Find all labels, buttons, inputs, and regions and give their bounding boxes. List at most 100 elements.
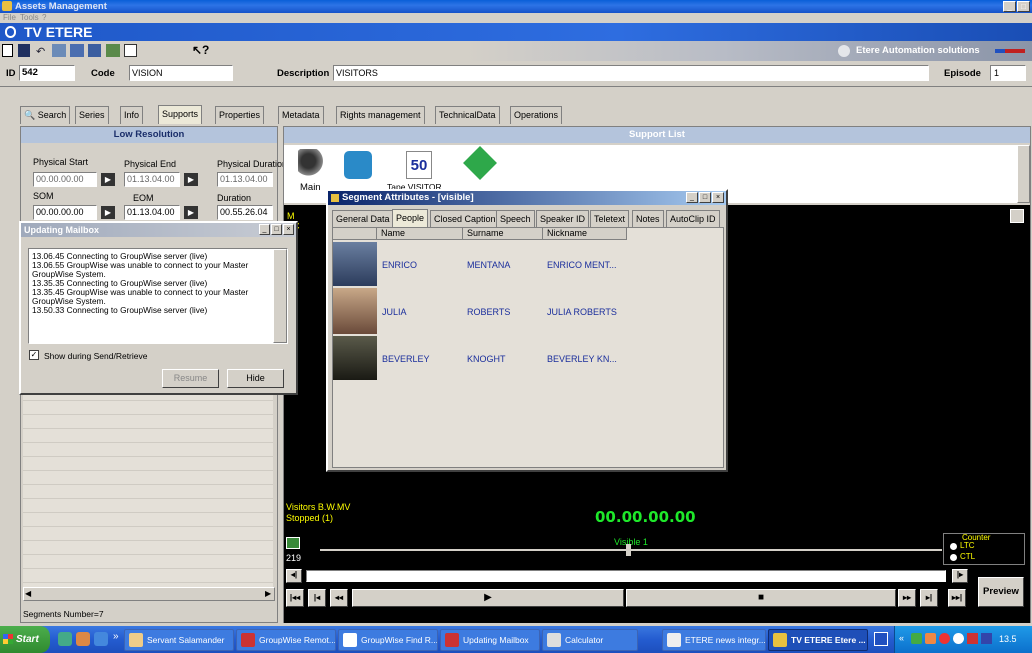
eom-field[interactable]: 01.13.04.00 — [124, 205, 180, 220]
fast-forward-icon[interactable]: ▸▸ — [898, 589, 916, 607]
person-name[interactable]: JULIA — [382, 307, 407, 317]
quicklaunch-icon[interactable] — [94, 632, 108, 646]
tape-green-icon[interactable] — [463, 146, 497, 180]
tray-icon[interactable] — [939, 633, 950, 644]
tab-metadata[interactable]: Metadata — [278, 106, 324, 124]
play-icon[interactable]: ▶ — [101, 173, 115, 186]
person-surname[interactable]: MENTANA — [467, 260, 510, 270]
person-nickname[interactable]: JULIA ROBERTS — [547, 307, 617, 317]
task-groupwise-find[interactable]: GroupWise Find R... — [338, 629, 438, 651]
support-scrollbar[interactable] — [1017, 145, 1030, 203]
step-forward-icon[interactable]: |▸ — [952, 569, 968, 583]
code-field[interactable]: VISION — [129, 65, 233, 81]
film-reel-icon[interactable] — [298, 149, 324, 179]
tab-speech[interactable]: Speech — [496, 210, 535, 228]
tray-icon[interactable] — [925, 633, 936, 644]
tab-people[interactable]: People — [392, 209, 429, 228]
task-groupwise-remote[interactable]: GroupWise Remot... — [236, 629, 336, 651]
play-icon[interactable]: ▶ — [184, 206, 198, 219]
maximize-icon[interactable]: □ — [699, 192, 711, 203]
go-start-icon[interactable]: |◂◂ — [286, 589, 304, 607]
help-pointer-icon[interactable]: ↖? — [192, 43, 209, 57]
task-servant-salamander[interactable]: Servant Salamander — [124, 629, 234, 651]
physical-duration-field[interactable]: 01.13.04.00 — [217, 172, 273, 187]
tab-technicaldata[interactable]: TechnicalData — [435, 106, 500, 124]
play-icon[interactable]: ▶ — [101, 206, 115, 219]
tray-icon[interactable] — [981, 633, 992, 644]
description-field[interactable]: VISITORS — [333, 65, 929, 81]
print-preview-icon[interactable] — [124, 44, 137, 57]
stop-button[interactable]: ■ — [626, 589, 896, 607]
language-icon[interactable] — [874, 632, 888, 646]
quicklaunch-icon[interactable] — [76, 632, 90, 646]
tab-search[interactable]: 🔍 Search — [20, 106, 71, 124]
tape-50-icon[interactable]: 50 — [406, 151, 432, 179]
task-updating-mailbox[interactable]: Updating Mailbox — [440, 629, 540, 651]
ctl-radio[interactable] — [950, 554, 957, 561]
maximize-button[interactable]: □ — [1017, 1, 1030, 12]
log-scrollbar[interactable] — [273, 249, 287, 343]
tab-operations[interactable]: Operations — [510, 106, 563, 124]
menu-file[interactable]: File — [3, 13, 16, 23]
tab-supports[interactable]: Supports — [158, 105, 203, 124]
minimize-button[interactable]: _ — [1003, 1, 1016, 12]
rewind-icon[interactable]: ◂◂ — [330, 589, 348, 607]
horizontal-scrollbar[interactable]: ◀ ▶ — [23, 587, 275, 601]
tray-icon[interactable] — [967, 633, 978, 644]
tab-series[interactable]: Series — [75, 106, 109, 124]
tray-icon[interactable] — [911, 633, 922, 644]
tab-properties[interactable]: Properties — [215, 106, 265, 124]
slider-thumb[interactable] — [626, 544, 631, 556]
undo-icon[interactable]: ↶ — [36, 45, 45, 58]
person-surname[interactable]: KNOGHT — [467, 354, 506, 364]
preview-button[interactable]: Preview — [978, 577, 1024, 607]
tab-autoclip-id[interactable]: AutoClip ID — [666, 210, 720, 228]
duration-field[interactable]: 00.55.26.04 — [217, 205, 273, 220]
minimize-icon[interactable]: _ — [686, 192, 698, 203]
play-icon[interactable]: ▶ — [184, 173, 198, 186]
person-surname[interactable]: ROBERTS — [467, 307, 510, 317]
chevron-left-icon[interactable]: « — [899, 633, 904, 643]
scroll-left-icon[interactable]: ◀ — [25, 589, 31, 598]
next-icon[interactable]: ▸| — [920, 589, 938, 607]
quicklaunch-icon[interactable] — [58, 632, 72, 646]
som-field[interactable]: 00.00.00.00 — [33, 205, 97, 220]
tab-speaker-id[interactable]: Speaker ID — [536, 210, 590, 228]
person-nickname[interactable]: ENRICO MENT... — [547, 260, 617, 270]
episode-field[interactable]: 1 — [990, 65, 1026, 81]
tray-icon[interactable] — [953, 633, 964, 644]
scroll-right-icon[interactable]: ▶ — [265, 589, 271, 598]
column-header-surname[interactable]: Surname — [463, 228, 543, 240]
new-icon[interactable] — [2, 44, 13, 57]
task-etere-news[interactable]: ETERE news integr... — [662, 629, 766, 651]
person-name[interactable]: ENRICO — [382, 260, 417, 270]
physical-end-field[interactable]: 01.13.04.00 — [124, 172, 180, 187]
hide-button[interactable]: Hide — [227, 369, 284, 388]
task-tv-etere[interactable]: TV ETERE Etere ... — [768, 629, 868, 651]
prev-icon[interactable]: |◂ — [308, 589, 326, 607]
task-calculator[interactable]: Calculator — [542, 629, 638, 651]
tools-icon[interactable] — [106, 44, 120, 57]
grid-icon[interactable] — [88, 44, 101, 57]
physical-start-field[interactable]: 00.00.00.00 — [33, 172, 97, 187]
chevron-icon[interactable]: » — [113, 631, 119, 642]
show-during-checkbox[interactable]: ✓ — [29, 350, 39, 360]
column-header-nickname[interactable]: Nickname — [543, 228, 627, 240]
save-icon[interactable] — [18, 44, 30, 57]
ltc-radio[interactable] — [950, 543, 957, 550]
resume-button[interactable]: Resume — [162, 369, 219, 388]
minimize-icon[interactable]: _ — [259, 224, 270, 235]
menu-help[interactable]: ? — [42, 13, 46, 23]
position-slider[interactable] — [320, 549, 942, 551]
close-icon[interactable]: × — [712, 192, 724, 203]
step-back-icon[interactable]: ◂| — [286, 569, 302, 583]
copy-window-icon[interactable] — [1010, 209, 1024, 223]
tab-closed-caption[interactable]: Closed Caption — [430, 210, 500, 228]
tab-general-data[interactable]: General Data — [332, 210, 394, 228]
copy-icon[interactable] — [52, 44, 66, 57]
close-icon[interactable]: × — [283, 224, 294, 235]
play-button[interactable]: ▶ — [352, 589, 624, 607]
person-name[interactable]: BEVERLEY — [382, 354, 430, 364]
column-header-name[interactable]: Name — [377, 228, 463, 240]
id-field[interactable]: 542 — [19, 65, 75, 81]
